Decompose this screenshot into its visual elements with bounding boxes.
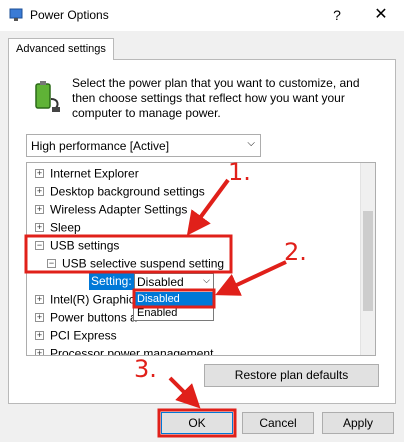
tree-item-internet-explorer[interactable]: + Internet Explorer	[35, 165, 139, 182]
chevron-down-icon: ⌵	[247, 138, 255, 149]
tree-item-desktop-background[interactable]: + Desktop background settings	[35, 183, 205, 200]
expand-icon[interactable]: +	[35, 223, 44, 233]
tree-item-pci-express[interactable]: + PCI Express	[35, 327, 117, 344]
setting-dropdown-list[interactable]: Disabled Enabled	[133, 290, 214, 321]
tab-advanced-settings[interactable]: Advanced settings	[8, 38, 114, 60]
apply-button[interactable]: Apply	[322, 412, 394, 434]
tree-item-processor-power[interactable]: + Processor power management	[35, 345, 213, 355]
expand-icon[interactable]: +	[35, 313, 44, 323]
cancel-button[interactable]: Cancel	[242, 412, 314, 434]
expand-icon[interactable]: +	[35, 295, 44, 305]
tree-item-power-buttons[interactable]: + Power buttons a	[35, 309, 137, 326]
expand-icon[interactable]: +	[35, 331, 44, 341]
collapse-icon[interactable]: −	[35, 241, 44, 251]
collapse-icon[interactable]: −	[47, 259, 56, 269]
power-plan-value: High performance [Active]	[31, 139, 170, 153]
close-button[interactable]: ✕	[368, 2, 394, 28]
annotation-step-2: 2.	[284, 238, 307, 266]
expand-icon[interactable]: +	[35, 205, 44, 215]
settings-tree[interactable]: + Internet Explorer + Desktop background s…	[26, 162, 376, 356]
power-options-icon	[9, 8, 23, 21]
tree-item-wireless-adapter[interactable]: + Wireless Adapter Settings	[35, 201, 187, 218]
tree-item-usb-settings[interactable]: − USB settings	[35, 237, 119, 254]
chevron-down-icon: ⌵	[203, 275, 210, 285]
expand-icon[interactable]: +	[35, 349, 44, 355]
restore-plan-defaults-button[interactable]: Restore plan defaults	[204, 364, 379, 387]
tree-item-usb-selective-suspend[interactable]: − USB selective suspend setting	[47, 255, 224, 272]
tree-item-intel-graphics[interactable]: + Intel(R) Graphic	[35, 291, 135, 308]
setting-select[interactable]: Disabled ⌵	[134, 273, 214, 290]
annotation-step-1: 1.	[228, 158, 251, 186]
expand-icon[interactable]: +	[35, 169, 44, 179]
dropdown-option-enabled[interactable]: Enabled	[134, 306, 213, 320]
scroll-thumb[interactable]	[363, 211, 373, 311]
ok-button[interactable]: OK	[161, 412, 233, 434]
description-text: Select the power plan that you want to c…	[72, 76, 360, 120]
setting-select-value: Disabled	[137, 275, 184, 289]
dropdown-option-disabled[interactable]: Disabled	[134, 292, 213, 306]
expand-icon[interactable]: +	[35, 187, 44, 197]
title-bar: Power Options ? ✕	[0, 0, 404, 31]
tree-item-sleep[interactable]: + Sleep	[35, 219, 81, 236]
battery-icon	[35, 81, 60, 112]
tree-scrollbar[interactable]	[360, 163, 375, 355]
setting-label: Setting:	[89, 273, 134, 290]
window-title: Power Options	[30, 8, 109, 22]
power-plan-select[interactable]: High performance [Active] ⌵	[26, 134, 261, 157]
annotation-step-3: 3.	[134, 355, 157, 383]
help-button[interactable]: ?	[326, 4, 348, 26]
